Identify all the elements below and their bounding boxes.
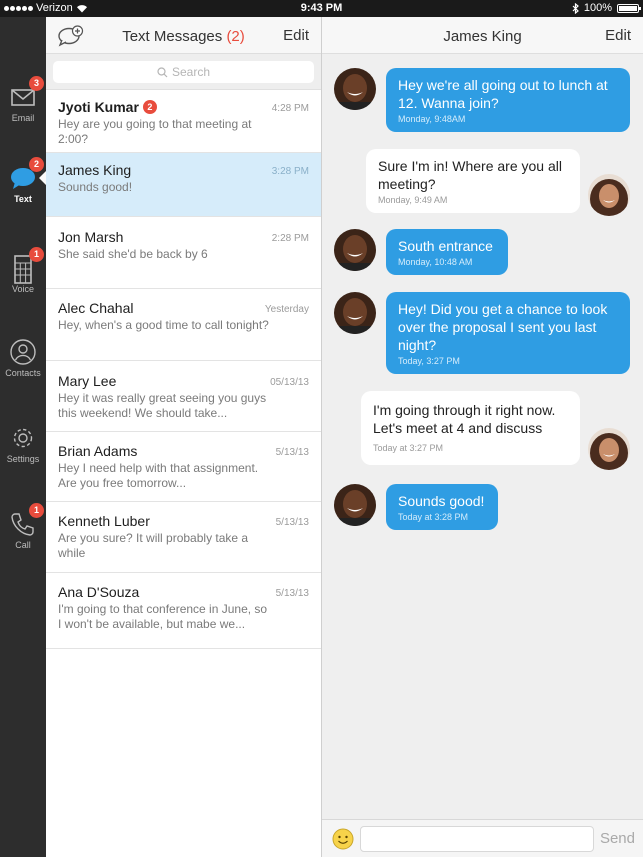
rail-item-settings[interactable]: Settings xyxy=(0,425,46,464)
list-title-text: Text Messages xyxy=(122,28,223,45)
rail-label-text: Text xyxy=(14,194,32,204)
conversation-date: 5/13/13 xyxy=(275,447,309,458)
conversation-name: Jon Marsh xyxy=(58,229,124,245)
message-bubble-outgoing[interactable]: South entrance Monday, 10:48 AM xyxy=(386,229,508,275)
message-text: Sure I'm in! Where are you all meeting? xyxy=(378,158,562,192)
conversation-snippet: Hey, when's a good time to call tonight? xyxy=(58,318,269,332)
email-badge: 3 xyxy=(29,76,44,91)
conversation-item-mary-lee[interactable]: Mary Lee 05/13/13 Hey it was really grea… xyxy=(46,361,321,432)
conversation-date: 5/13/13 xyxy=(275,517,309,528)
conversation-snippet: Sounds good! xyxy=(58,180,133,194)
person-icon xyxy=(10,339,36,365)
conversation-item-brian-adams[interactable]: Brian Adams 5/13/13 Hey I need help with… xyxy=(46,432,321,502)
conversation-name: Kenneth Luber xyxy=(58,513,150,529)
conversation-name: Mary Lee xyxy=(58,373,117,389)
active-indicator xyxy=(39,171,46,185)
status-bar: Verizon 9:43 PM 100% xyxy=(0,0,643,17)
conversation-name: Alec Chahal xyxy=(58,300,134,316)
search-icon xyxy=(157,66,168,77)
message-text: South entrance xyxy=(398,238,493,254)
battery-percent: 100% xyxy=(583,2,612,14)
conversation-name: Brian Adams xyxy=(58,443,138,459)
conversation-list-pane: Text Messages (2) Edit Search Jyoti Kuma… xyxy=(46,17,322,857)
message-time: Today at 3:27 PM xyxy=(373,443,444,453)
conversation-unread-badge: 2 xyxy=(142,100,157,114)
search-input[interactable]: Search xyxy=(53,61,314,83)
message-bubble-outgoing[interactable]: Hey! Did you get a chance to look over t… xyxy=(386,292,630,374)
conversation-date: 3:28 PM xyxy=(271,166,309,177)
message-text: Hey! Did you get a chance to look over t… xyxy=(398,301,608,353)
conversation-snippet: Are you sure? It will probably take a wh… xyxy=(58,531,249,560)
rail-label-voice: Voice xyxy=(11,284,35,294)
conversation-item-james-king[interactable]: James King 3:28 PM Sounds good! xyxy=(46,153,321,217)
avatar-contact-woman xyxy=(588,174,630,216)
bluetooth-icon xyxy=(572,2,579,14)
text-badge: 2 xyxy=(29,157,44,172)
conversation-item-kenneth-luber[interactable]: Kenneth Luber 5/13/13 Are you sure? It w… xyxy=(46,502,321,573)
send-button[interactable]: Send xyxy=(600,830,635,847)
call-badge: 1 xyxy=(29,503,44,518)
message-time: Monday, 10:48 AM xyxy=(398,257,473,267)
chat-title: James King xyxy=(443,28,522,45)
voice-badge: 1 xyxy=(29,247,44,262)
conversation-snippet: Hey are you going to that meeting at 2:0… xyxy=(58,117,252,146)
chat-header: James King Edit xyxy=(322,17,643,54)
rail-label-email: Email xyxy=(11,113,35,123)
message-time: Monday, 9:49 AM xyxy=(378,195,448,205)
list-title: Text Messages (2) xyxy=(46,28,321,45)
message-composer: Send xyxy=(322,819,643,857)
search-bar: Search xyxy=(46,54,321,90)
search-placeholder: Search xyxy=(171,65,211,79)
conversation-item-jyoti-kumar[interactable]: Jyoti Kumar 2 4:28 PM Hey are you going t… xyxy=(46,90,321,153)
conversation-date: 4:28 PM xyxy=(271,103,309,114)
message-text: I'm going through it right now. Let's me… xyxy=(373,402,556,436)
message-time: Monday, 9:48AM xyxy=(398,114,466,124)
conversation-date: 05/13/13 xyxy=(270,377,309,388)
conversation-item-alec-chahal[interactable]: Alec Chahal Yesterday Hey, when's a good… xyxy=(46,289,321,361)
message-time: Today at 3:28 PM xyxy=(398,512,469,522)
message-time: Today, 3:27 PM xyxy=(398,356,460,366)
rail-label-settings: Settings xyxy=(6,454,40,464)
avatar-james-king xyxy=(334,229,376,271)
avatar-james-king xyxy=(334,484,376,526)
conversation-date: 2:28 PM xyxy=(271,233,309,244)
message-bubble-outgoing[interactable]: Sounds good! Today at 3:28 PM xyxy=(386,484,498,530)
conversation-name: James King xyxy=(58,162,132,178)
conversation-date: Yesterday xyxy=(264,304,309,315)
message-bubble-outgoing[interactable]: Hey we're all going out to lunch at 12. … xyxy=(386,68,630,132)
message-text: Sounds good! xyxy=(398,493,485,509)
conversation-item-ana-dsouza[interactable]: Ana D'Souza 5/13/13 I'm going to that co… xyxy=(46,573,321,649)
avatar-james-king xyxy=(334,292,376,334)
message-input[interactable] xyxy=(360,826,594,852)
rail-label-contacts: Contacts xyxy=(5,368,41,378)
message-bubble-incoming[interactable]: I'm going through it right now. Let's me… xyxy=(361,391,580,465)
list-edit-button[interactable]: Edit xyxy=(283,27,309,44)
avatar-james-king xyxy=(334,68,376,110)
clock: 9:43 PM xyxy=(300,2,343,14)
chat-edit-button[interactable]: Edit xyxy=(605,27,631,44)
rail-item-call[interactable]: 1 Call xyxy=(0,503,46,550)
conversation-snippet: I'm going to that conference in June, so… xyxy=(58,602,268,631)
list-header: Text Messages (2) Edit xyxy=(46,17,321,54)
conversation-name: Ana D'Souza xyxy=(58,584,140,600)
conversation-snippet: Hey it was really great seeing you guys … xyxy=(58,391,267,420)
conversation-snippet: Hey I need help with that assignment. Ar… xyxy=(58,461,259,490)
avatar-contact-woman xyxy=(588,428,630,470)
conversation-snippet: She said she'd be back by 6 xyxy=(58,247,208,261)
battery-icon xyxy=(617,3,641,13)
rail-item-contacts[interactable]: Contacts xyxy=(0,339,46,378)
app-rail: 3 Email 2 Text 1 Voice Contacts Settings xyxy=(0,17,46,857)
conversation-name: Jyoti Kumar xyxy=(58,99,139,115)
message-bubble-incoming[interactable]: Sure I'm in! Where are you all meeting? … xyxy=(366,149,580,213)
emoji-smiley-icon[interactable] xyxy=(332,828,354,850)
rail-label-call: Call xyxy=(15,540,31,550)
conversation-item-jon-marsh[interactable]: Jon Marsh 2:28 PM She said she'd be back… xyxy=(46,217,321,289)
conversation-date: 5/13/13 xyxy=(275,588,309,599)
message-text: Hey we're all going out to lunch at 12. … xyxy=(398,77,608,111)
chat-pane: James King Edit Hey we're all going out … xyxy=(322,17,643,857)
gear-icon xyxy=(13,428,33,448)
rail-item-voice[interactable]: 1 Voice xyxy=(0,247,46,294)
unread-count: (2) xyxy=(226,28,245,45)
rail-item-email[interactable]: 3 Email xyxy=(0,76,46,123)
